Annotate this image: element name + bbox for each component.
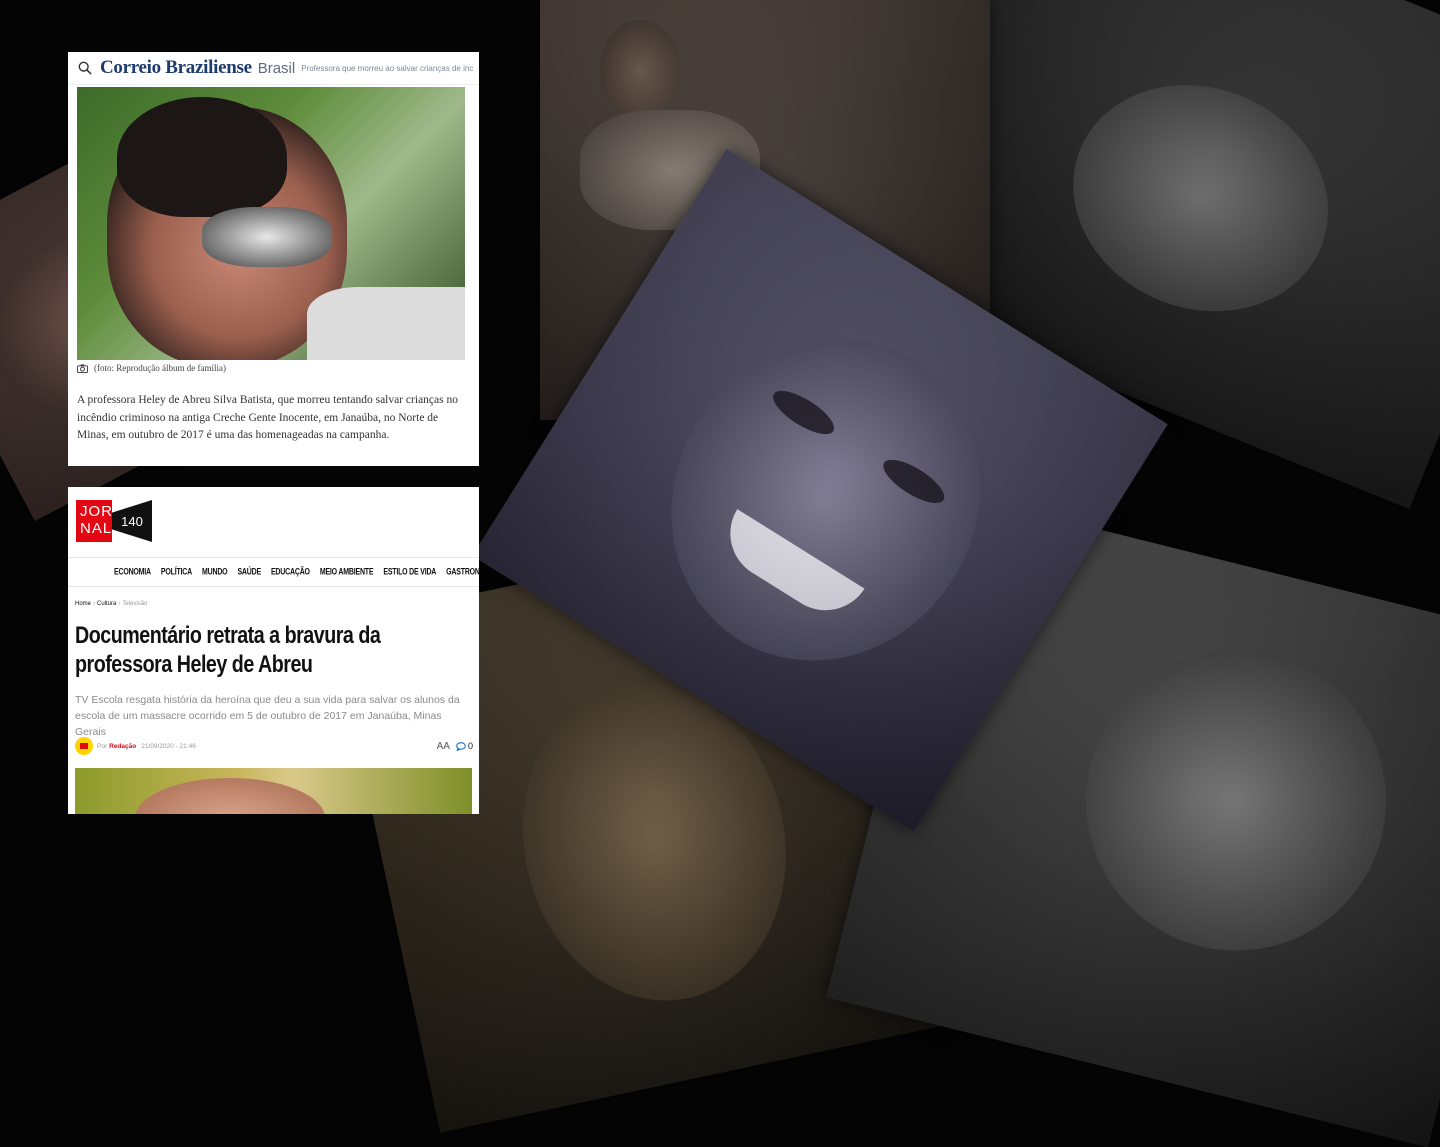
nav-item-educacao[interactable]: EDUCAÇÃO xyxy=(271,567,310,576)
photo-caption: (foto: Reprodução álbum de família) xyxy=(77,363,226,373)
jornal140-article-card: JOR NAL 140 ECONOMIA POLÍTICA MUNDO SAÚD… xyxy=(68,487,479,814)
publish-date: 21/09/2020 - 21:46 xyxy=(141,742,196,750)
article-photo xyxy=(77,87,465,360)
comments-link[interactable]: 0 xyxy=(456,741,473,751)
nav-item-gastronomia[interactable]: GASTRONOMIA xyxy=(446,567,479,576)
comment-count: 0 xyxy=(467,741,473,751)
correio-header: Correio Braziliense Brasil Professora qu… xyxy=(68,52,479,85)
camera-icon xyxy=(77,363,88,373)
section-label[interactable]: Brasil xyxy=(258,60,296,77)
logo-number: 140 xyxy=(112,500,152,542)
nav-item-economia[interactable]: ECONOMIA xyxy=(114,567,151,576)
author-avatar[interactable] xyxy=(75,737,93,755)
main-nav: ECONOMIA POLÍTICA MUNDO SAÚDE EDUCAÇÃO M… xyxy=(68,557,479,587)
caption-text: (foto: Reprodução álbum de família) xyxy=(94,363,226,373)
comment-icon xyxy=(456,741,466,751)
correio-logo[interactable]: Correio Braziliense xyxy=(100,57,252,79)
breadcrumb-home[interactable]: Home xyxy=(75,601,91,607)
nav-item-mundo[interactable]: MUNDO xyxy=(202,567,228,576)
article-title: Documentário retrata a bravura da profes… xyxy=(75,622,381,678)
author-link[interactable]: Redação xyxy=(109,743,136,750)
header-headline: Professora que morreu ao salvar crianças… xyxy=(301,63,474,73)
breadcrumb-current[interactable]: Televisão xyxy=(122,601,147,607)
nav-item-estilo-de-vida[interactable]: ESTILO DE VIDA xyxy=(383,567,436,576)
article-meta: Por Redação 21/09/2020 - 21:46 AA 0 xyxy=(75,737,473,755)
nav-item-saude[interactable]: SAÚDE xyxy=(237,567,261,576)
nav-item-politica[interactable]: POLÍTICA xyxy=(161,567,192,576)
font-size-toggle[interactable]: AA xyxy=(437,741,450,752)
article-subtitle: TV Escola resgata história da heroína qu… xyxy=(75,694,460,738)
jornal140-logo[interactable]: JOR NAL 140 xyxy=(76,500,152,542)
breadcrumb-section[interactable]: Cultura xyxy=(97,601,116,607)
article-photo xyxy=(75,768,472,814)
article-body: A professora Heley de Abreu Silva Batist… xyxy=(77,394,458,441)
logo-line1: JOR xyxy=(80,503,113,520)
logo-line2: NAL xyxy=(80,520,113,537)
breadcrumb: Home › Cultura › Televisão xyxy=(75,601,148,607)
correio-article-card: Correio Braziliense Brasil Professora qu… xyxy=(68,52,479,466)
by-label: Por xyxy=(97,742,108,750)
search-icon[interactable] xyxy=(78,61,92,75)
nav-item-meio-ambiente[interactable]: MEIO AMBIENTE xyxy=(320,567,374,576)
